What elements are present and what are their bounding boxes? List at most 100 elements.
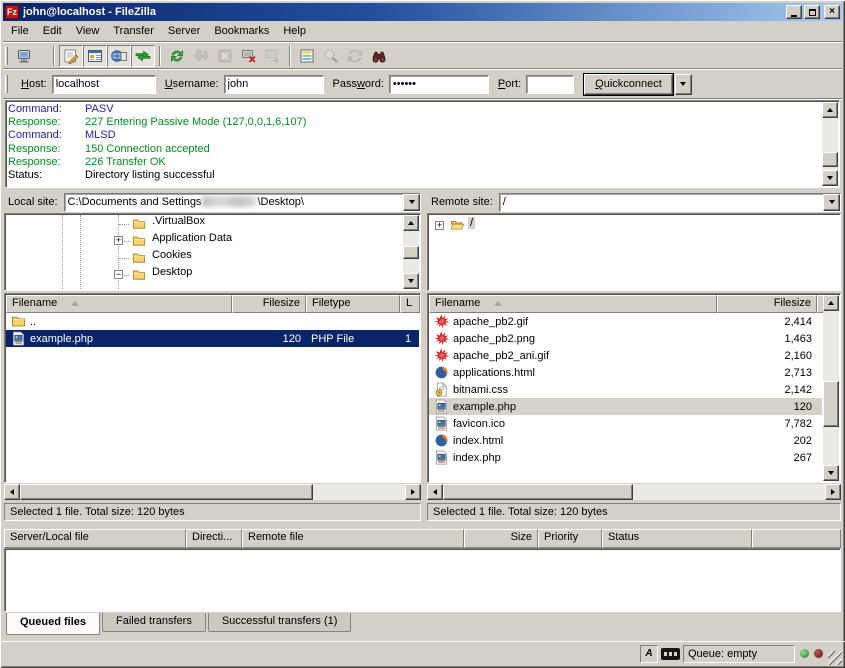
expand-icon[interactable]: + — [435, 221, 444, 230]
scroll-left-button[interactable] — [427, 484, 443, 500]
local-path-combobox[interactable]: C:\Documents and Settings\Desktop\ — [64, 193, 421, 212]
local-path-dropdown-button[interactable] — [403, 194, 420, 211]
scroll-up-button[interactable] — [403, 215, 419, 231]
file-row-apache-pb2-ani-gif[interactable]: apache_pb2_ani.gif2,160 — [429, 347, 822, 364]
column-header-filename[interactable]: Filename — [429, 295, 717, 313]
scroll-down-button[interactable] — [403, 273, 419, 289]
menu-item-edit[interactable]: Edit — [36, 22, 69, 40]
port-input[interactable] — [526, 75, 574, 94]
remote-path-dropdown-button[interactable] — [823, 194, 840, 211]
maximize-button[interactable] — [804, 5, 820, 19]
file-row-apache-pb2-gif[interactable]: apache_pb2.gif2,414 — [429, 313, 822, 330]
scroll-right-button[interactable] — [405, 484, 421, 500]
toolbar-separator — [159, 46, 161, 66]
host-label: Host: — [21, 78, 47, 90]
scroll-down-button[interactable] — [823, 465, 839, 481]
drag-handle[interactable] — [5, 75, 8, 93]
filter-button[interactable] — [295, 45, 319, 67]
menu-item-view[interactable]: View — [69, 22, 107, 40]
file-row-bitnami-css[interactable]: bitnami.css2,142 — [429, 381, 822, 398]
queue-column-status[interactable]: Status — [602, 529, 752, 548]
minimize-button[interactable] — [786, 5, 802, 19]
close-icon: × — [829, 7, 835, 17]
column-header-filesize[interactable]: Filesize — [717, 295, 817, 313]
tree-item-desktop[interactable]: Desktop — [150, 266, 194, 278]
find-files-button[interactable] — [367, 45, 391, 67]
column-header-filetype[interactable]: Filetype — [306, 295, 400, 313]
column-header-label: Filetype — [312, 297, 351, 309]
message-log-scrollbar[interactable] — [822, 102, 838, 186]
file-row-index-html[interactable]: index.html202 — [429, 432, 822, 449]
menu-item-file[interactable]: File — [4, 22, 36, 40]
filesize-cell: 7,782 — [717, 416, 817, 432]
scroll-thumb[interactable] — [443, 484, 633, 500]
scroll-down-button[interactable] — [822, 170, 838, 186]
local-tree-scrollbar[interactable] — [403, 215, 419, 289]
menu-item-help[interactable]: Help — [276, 22, 313, 40]
tab-successful-transfers-1-[interactable]: Successful transfers (1) — [208, 613, 352, 632]
queue-column-directi-[interactable]: Directi... — [186, 529, 242, 548]
file-row-favicon-ico[interactable]: favicon.ico7,782 — [429, 415, 822, 432]
tab-failed-transfers[interactable]: Failed transfers — [102, 613, 206, 632]
file-row-example-php[interactable]: example.php120PHP File1 — [6, 330, 419, 347]
scroll-left-button[interactable] — [4, 484, 20, 500]
scroll-thumb[interactable] — [823, 381, 839, 427]
username-label: Username: — [165, 78, 219, 90]
local-list-hscrollbar[interactable] — [4, 484, 421, 500]
caret-down-icon — [409, 200, 415, 207]
tree-item-application-data[interactable]: Application Data — [150, 232, 234, 244]
refresh-button[interactable] — [165, 45, 189, 67]
column-header-l[interactable]: L — [400, 295, 420, 313]
remote-list-scrollbar[interactable] — [823, 295, 839, 481]
doc-image-icon — [434, 416, 453, 431]
password-input[interactable] — [389, 75, 489, 94]
menu-item-server[interactable]: Server — [161, 22, 207, 40]
file-row-apache-pb2-png[interactable]: apache_pb2.png1,463 — [429, 330, 822, 347]
log-line-text: 227 Entering Passive Mode (127,0,0,1,6,1… — [85, 116, 306, 129]
scroll-up-button[interactable] — [822, 102, 838, 118]
expand-icon[interactable]: + — [114, 236, 123, 245]
transfer-queue-body[interactable] — [4, 548, 841, 612]
toggle-transfer-queue-button[interactable] — [131, 45, 155, 67]
username-input[interactable] — [224, 75, 324, 94]
queue-column-server-local-file[interactable]: Server/Local file — [4, 529, 186, 548]
scroll-right-button[interactable] — [825, 484, 841, 500]
close-button[interactable]: × — [824, 5, 840, 19]
quickconnect-button[interactable]: Quickconnect — [584, 74, 673, 95]
scroll-thumb[interactable] — [822, 152, 838, 167]
filename-cell: apache_pb2.png — [429, 331, 717, 347]
column-header-filesize[interactable]: Filesize — [232, 295, 306, 313]
scroll-thumb[interactable] — [403, 246, 419, 259]
tree-item-cookies[interactable]: Cookies — [150, 249, 194, 261]
quickconnect-dropdown-button[interactable] — [675, 74, 692, 95]
queue-column-priority[interactable]: Priority — [538, 529, 602, 548]
scroll-thumb[interactable] — [20, 484, 313, 500]
menu-item-bookmarks[interactable]: Bookmarks — [207, 22, 276, 40]
file-row--[interactable]: .. — [6, 313, 419, 330]
toggle-local-tree-button[interactable] — [83, 45, 107, 67]
file-row-applications-html[interactable]: applications.html2,713 — [429, 364, 822, 381]
disconnect-button[interactable] — [237, 45, 261, 67]
tree-item-root[interactable]: / — [468, 217, 475, 229]
queue-column-remote-file[interactable]: Remote file — [242, 529, 464, 548]
titlebar: Fz john@localhost - FileZilla × — [3, 3, 842, 21]
column-header-filename[interactable]: Filename — [6, 295, 232, 313]
site-manager-dropdown-button[interactable] — [36, 45, 49, 67]
remote-list-hscrollbar[interactable] — [427, 484, 841, 500]
remote-path-combobox[interactable]: / — [499, 193, 841, 212]
tab-queued-files[interactable]: Queued files — [6, 613, 100, 635]
toggle-remote-tree-button[interactable] — [107, 45, 131, 67]
resize-grip[interactable] — [828, 651, 842, 665]
drag-handle[interactable] — [5, 47, 8, 65]
collapse-icon[interactable]: − — [114, 270, 123, 279]
host-input[interactable] — [52, 75, 156, 94]
scroll-up-button[interactable] — [823, 295, 839, 311]
toggle-message-log-button[interactable] — [59, 45, 83, 67]
tree-item--virtualbox[interactable]: .VirtualBox — [150, 215, 207, 227]
menu-item-transfer[interactable]: Transfer — [106, 22, 161, 40]
html-icon — [434, 433, 453, 448]
queue-column-size[interactable]: Size — [464, 529, 538, 548]
site-manager-button[interactable] — [12, 45, 36, 67]
file-row-index-php[interactable]: index.php267 — [429, 449, 822, 466]
file-row-example-php[interactable]: example.php120 — [429, 398, 822, 415]
